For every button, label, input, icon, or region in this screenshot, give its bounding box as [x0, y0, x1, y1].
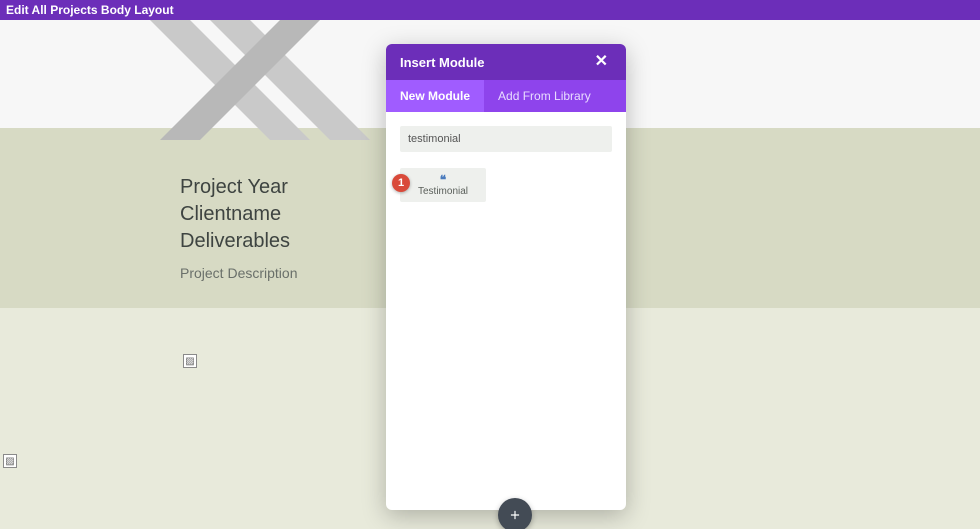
module-label: Testimonial: [418, 186, 468, 197]
project-year: Project Year: [180, 174, 298, 201]
project-info-block: Project Year Clientname Deliverables Pro…: [180, 174, 298, 281]
modal-tabs: New Module Add From Library: [386, 80, 626, 112]
add-module-button[interactable]: [498, 498, 532, 529]
topbar-title: Edit All Projects Body Layout: [6, 3, 174, 17]
module-testimonial[interactable]: 1 ❝ Testimonial: [400, 168, 486, 202]
module-grid: 1 ❝ Testimonial: [400, 168, 612, 202]
broken-image-icon: [3, 454, 17, 468]
modal-body: 1 ❝ Testimonial: [386, 112, 626, 510]
project-deliverables: Deliverables: [180, 228, 298, 255]
plus-icon: [508, 508, 522, 522]
modal-title: Insert Module: [400, 55, 485, 70]
insert-module-modal: Insert Module ✕ New Module Add From Libr…: [386, 44, 626, 510]
project-description: Project Description: [180, 265, 298, 281]
quote-icon: ❝: [440, 174, 446, 186]
modal-header: Insert Module ✕: [386, 44, 626, 80]
project-client: Clientname: [180, 201, 298, 228]
tab-add-from-library[interactable]: Add From Library: [484, 80, 605, 112]
annotation-badge: 1: [392, 174, 410, 192]
topbar: Edit All Projects Body Layout: [0, 0, 980, 20]
close-icon[interactable]: ✕: [591, 50, 612, 74]
module-search-input[interactable]: [400, 126, 612, 152]
tab-new-module[interactable]: New Module: [386, 80, 484, 112]
broken-image-icon: [183, 354, 197, 368]
